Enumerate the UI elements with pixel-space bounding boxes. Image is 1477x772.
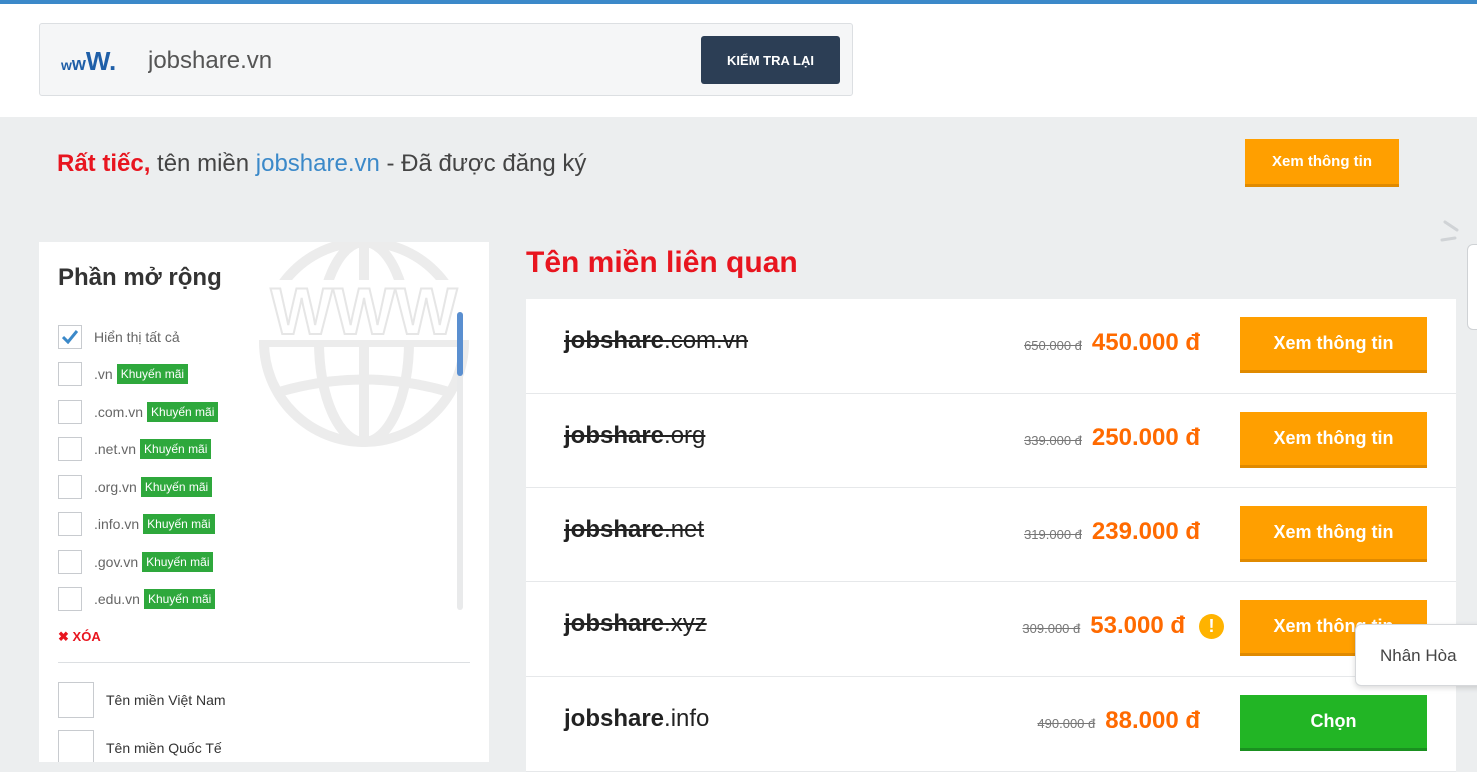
- domain-name: jobshare.net: [564, 516, 705, 543]
- extension-filter-panel: WWW Phần mở rộng Hiển thị tất cả .vn Khu…: [39, 242, 489, 762]
- promo-badge: Khuyến mãi: [116, 364, 189, 385]
- close-icon: ✖: [58, 629, 69, 644]
- price-area: 339.000 đ 250.000 đ: [1024, 424, 1200, 452]
- new-price: 239.000 đ: [1091, 518, 1200, 545]
- result-domain: jobshare.vn: [255, 150, 380, 177]
- promo-badge: Khuyến mãi: [143, 589, 216, 610]
- extension-checkbox[interactable]: [58, 474, 82, 499]
- extension-checkbox[interactable]: [58, 437, 82, 462]
- domain-name: jobshare.xyz: [564, 610, 707, 637]
- extension-list: Hiển thị tất cả .vn Khuyến mãi .com.vn K…: [58, 318, 458, 618]
- extension-item[interactable]: .info.vn Khuyến mãi: [58, 506, 458, 544]
- domain-name: jobshare.org: [564, 422, 706, 449]
- domain-search-box: wwW. KIỂM TRA LẠI: [39, 23, 853, 96]
- extension-label: .info.vn: [94, 516, 140, 533]
- domain-row: jobshare.xyz 309.000 đ 53.000 đ ! Xem th…: [526, 582, 1456, 677]
- extension-label: .vn: [94, 366, 113, 383]
- extension-label: .gov.vn: [94, 553, 139, 570]
- extension-item[interactable]: .gov.vn Khuyến mãi: [58, 543, 458, 581]
- domain-search-input[interactable]: [148, 45, 668, 77]
- view-info-button[interactable]: Xem thông tin: [1240, 506, 1427, 562]
- show-all-label: Hiển thị tất cả: [94, 328, 180, 345]
- region-item-vietnam[interactable]: Tên miền Việt Nam: [58, 682, 226, 718]
- extension-checkbox[interactable]: [58, 549, 82, 574]
- chat-tooltip[interactable]: Nhân Hòa: [1355, 624, 1477, 686]
- old-price: 339.000 đ: [1024, 433, 1082, 448]
- extension-item[interactable]: .edu.vn Khuyến mãi: [58, 581, 458, 619]
- old-price: 319.000 đ: [1024, 527, 1082, 542]
- view-info-button[interactable]: Xem thông tin: [1240, 317, 1427, 373]
- extension-label: .com.vn: [94, 403, 144, 420]
- promo-badge: Khuyến mãi: [147, 401, 219, 422]
- extension-scrollbar[interactable]: [457, 312, 463, 610]
- domain-row: jobshare.info 490.000 đ 88.000 đ Chọn: [526, 677, 1456, 772]
- result-prefix: tên miền: [150, 150, 256, 177]
- region-label: Tên miền Quốc Tế: [106, 740, 222, 756]
- extension-item[interactable]: .org.vn Khuyến mãi: [58, 468, 458, 506]
- related-domains-list: jobshare.com.vn 650.000 đ 450.000 đ Xem …: [526, 299, 1456, 772]
- new-price: 88.000 đ: [1105, 707, 1200, 734]
- promo-badge: Khuyến mãi: [140, 476, 213, 497]
- domain-row: jobshare.org 339.000 đ 250.000 đ Xem thô…: [526, 394, 1456, 488]
- divider: [58, 662, 470, 663]
- view-info-button[interactable]: Xem thông tin: [1240, 412, 1427, 468]
- region-checkbox[interactable]: [58, 682, 94, 718]
- extension-item[interactable]: .net.vn Khuyến mãi: [58, 431, 458, 469]
- old-price: 309.000 đ: [1022, 621, 1081, 636]
- notification-rays-icon: [1440, 220, 1459, 242]
- domain-row: jobshare.com.vn 650.000 đ 450.000 đ Xem …: [526, 299, 1456, 394]
- result-message: Rất tiếc, tên miền jobshare.vn - Đã được…: [57, 150, 586, 178]
- extension-checkbox[interactable]: [58, 587, 82, 612]
- extension-label: .org.vn: [94, 478, 137, 495]
- recheck-button[interactable]: KIỂM TRA LẠI: [701, 36, 840, 84]
- promo-badge: Khuyến mãi: [142, 551, 214, 572]
- region-item-international[interactable]: Tên miền Quốc Tế: [58, 730, 222, 762]
- side-chat-widget[interactable]: [1467, 244, 1477, 330]
- extension-label: .net.vn: [94, 441, 137, 458]
- show-all-checkbox[interactable]: [58, 324, 82, 349]
- region-checkbox[interactable]: [58, 730, 94, 762]
- promo-badge: Khuyến mãi: [140, 439, 212, 460]
- old-price: 490.000 đ: [1037, 716, 1096, 731]
- extension-checkbox[interactable]: [58, 512, 82, 537]
- promo-badge: Khuyến mãi: [143, 514, 215, 535]
- view-info-button[interactable]: Xem thông tin: [1245, 139, 1399, 187]
- clear-label: XÓA: [72, 629, 101, 644]
- extension-label: .edu.vn: [94, 591, 140, 608]
- result-suffix: - Đã được đăng ký: [379, 150, 587, 177]
- clear-filter-link[interactable]: ✖ XÓA: [58, 629, 101, 645]
- price-area: 319.000 đ 239.000 đ: [1024, 518, 1200, 546]
- new-price: 450.000 đ: [1091, 329, 1200, 356]
- price-area: 650.000 đ 450.000 đ: [1024, 329, 1200, 357]
- domain-name: jobshare.com.vn: [564, 327, 749, 354]
- price-area: 309.000 đ 53.000 đ !: [1022, 612, 1224, 640]
- extension-checkbox[interactable]: [58, 362, 82, 387]
- show-all-item[interactable]: Hiển thị tất cả: [58, 318, 458, 356]
- domain-row: jobshare.net 319.000 đ 239.000 đ Xem thô…: [526, 488, 1456, 582]
- warning-icon[interactable]: !: [1199, 613, 1224, 639]
- new-price: 250.000 đ: [1091, 424, 1200, 451]
- new-price: 53.000 đ: [1090, 612, 1185, 639]
- sorry-text: Rất tiếc,: [57, 150, 151, 177]
- www-icon: wwW.: [61, 46, 117, 76]
- price-area: 490.000 đ 88.000 đ: [1037, 707, 1200, 735]
- old-price: 650.000 đ: [1024, 338, 1082, 353]
- sidebar-title: Phần mở rộng: [58, 264, 222, 291]
- domain-name: jobshare.info: [564, 705, 710, 732]
- related-domains-title: Tên miền liên quan: [526, 246, 798, 279]
- check-icon: [62, 329, 78, 344]
- header: wwW. KIỂM TRA LẠI: [0, 4, 1477, 117]
- region-label: Tên miền Việt Nam: [106, 692, 226, 708]
- extension-item[interactable]: .com.vn Khuyến mãi: [58, 393, 458, 431]
- extension-checkbox[interactable]: [58, 399, 82, 424]
- select-button[interactable]: Chọn: [1240, 695, 1427, 751]
- extension-item[interactable]: .vn Khuyến mãi: [58, 356, 458, 394]
- scrollbar-thumb[interactable]: [457, 312, 463, 376]
